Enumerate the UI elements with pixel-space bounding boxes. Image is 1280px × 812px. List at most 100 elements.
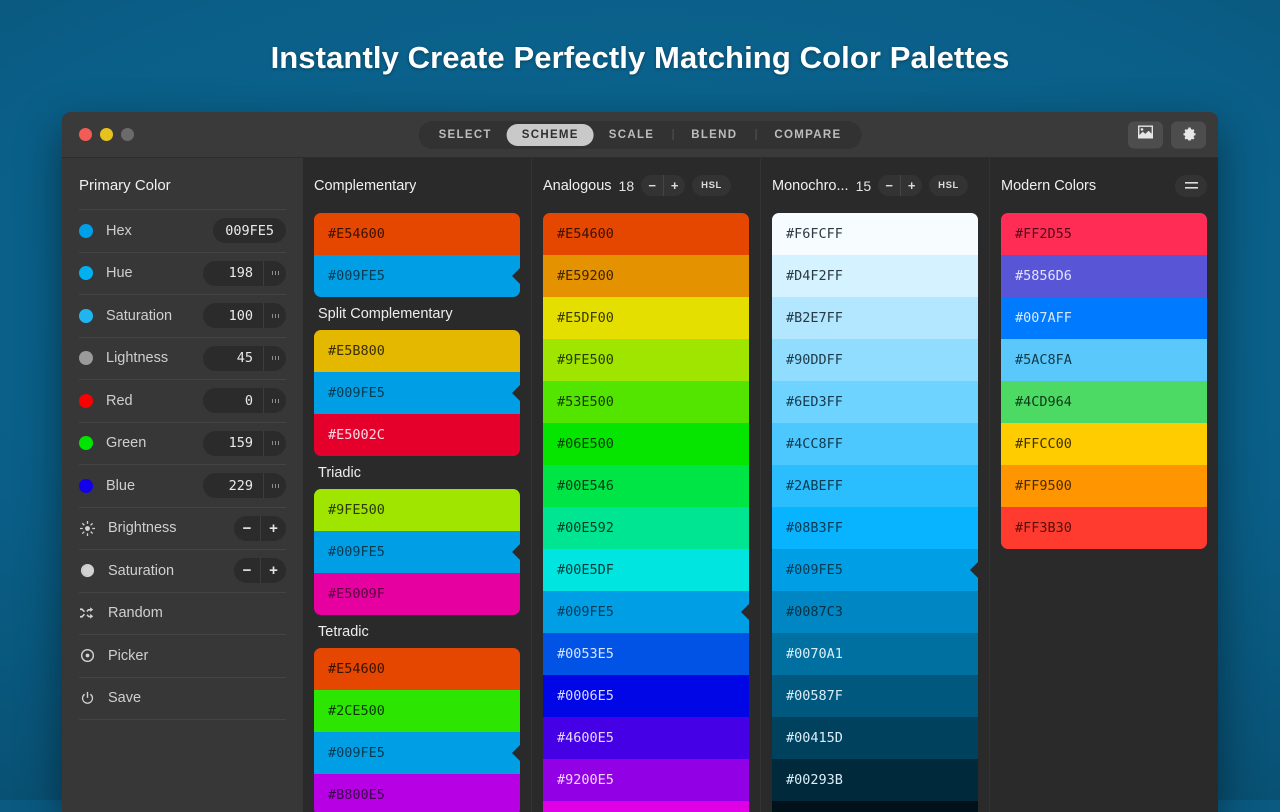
sidebar-action-picker[interactable]: Picker xyxy=(79,634,286,677)
minimize-button[interactable] xyxy=(100,128,113,141)
color-dot-icon xyxy=(79,224,93,238)
color-swatch[interactable]: #007AFF xyxy=(1001,297,1207,339)
sidebar-row-red[interactable]: Red0 xyxy=(79,379,286,422)
color-swatch[interactable]: #009FE5 xyxy=(314,732,520,774)
tab-scheme[interactable]: SCHEME xyxy=(507,124,594,146)
color-swatch[interactable]: #4CD964 xyxy=(1001,381,1207,423)
increase-button[interactable]: + xyxy=(900,175,922,196)
sidebar-action-save[interactable]: Save xyxy=(79,677,286,720)
value-input-green[interactable]: 159 xyxy=(203,431,286,456)
color-swatch[interactable]: #E54600 xyxy=(543,213,749,255)
column-menu-button[interactable] xyxy=(1175,175,1207,197)
drag-handle-icon[interactable] xyxy=(263,473,286,498)
increase-button[interactable]: + xyxy=(663,175,685,196)
tab-scale[interactable]: SCALE xyxy=(594,124,669,146)
color-swatch[interactable]: #2ABEFF xyxy=(772,465,978,507)
color-swatch[interactable]: #E59200 xyxy=(543,255,749,297)
color-swatch[interactable]: #009FE5 xyxy=(314,372,520,414)
color-swatch[interactable]: #9FE500 xyxy=(314,489,520,531)
color-swatch[interactable]: #00E592 xyxy=(543,507,749,549)
maximize-button[interactable] xyxy=(121,128,134,141)
decrease-button[interactable]: − xyxy=(234,516,260,541)
value-input-lightness[interactable]: 45 xyxy=(203,346,286,371)
value-input-red[interactable]: 0 xyxy=(203,388,286,413)
color-swatch[interactable]: #2CE500 xyxy=(314,690,520,732)
color-swatch[interactable]: #5856D6 xyxy=(1001,255,1207,297)
color-swatch[interactable]: #E54600 xyxy=(314,648,520,690)
traffic-lights xyxy=(74,128,134,141)
color-swatch[interactable]: #0070A1 xyxy=(772,633,978,675)
color-swatch[interactable]: #0006E5 xyxy=(543,675,749,717)
sidebar-row-hue[interactable]: Hue198 xyxy=(79,252,286,295)
decrease-button[interactable]: − xyxy=(878,175,900,196)
sidebar-action-saturation[interactable]: Saturation−+ xyxy=(79,549,286,592)
color-swatch[interactable]: #E5DF00 xyxy=(543,297,749,339)
drag-handle-icon[interactable] xyxy=(263,346,286,371)
color-dot-icon xyxy=(79,351,93,365)
color-swatch[interactable]: #FFCC00 xyxy=(1001,423,1207,465)
color-swatch[interactable]: #4CC8FF xyxy=(772,423,978,465)
color-swatch[interactable]: #009FE5 xyxy=(543,591,749,633)
sidebar-action-brightness[interactable]: Brightness−+ xyxy=(79,507,286,550)
color-swatch[interactable]: #4600E5 xyxy=(543,717,749,759)
color-swatch[interactable]: #06E500 xyxy=(543,423,749,465)
color-swatch[interactable]: #009FE5 xyxy=(314,255,520,297)
settings-button[interactable] xyxy=(1171,121,1206,148)
color-swatch[interactable]: #5AC8FA xyxy=(1001,339,1207,381)
color-swatch[interactable]: #E54600 xyxy=(314,213,520,255)
decrease-button[interactable]: − xyxy=(234,558,260,583)
color-swatch[interactable]: #00E546 xyxy=(543,465,749,507)
drag-handle-icon[interactable] xyxy=(263,388,286,413)
color-swatch[interactable]: #00415D xyxy=(772,717,978,759)
color-swatch[interactable]: #00E5DF xyxy=(543,549,749,591)
hsl-toggle-button[interactable]: HSL xyxy=(692,175,731,196)
color-swatch[interactable]: #E5009F xyxy=(314,573,520,615)
color-swatch[interactable]: #F6FCFF xyxy=(772,213,978,255)
sidebar-row-hex[interactable]: Hex009FE5 xyxy=(79,209,286,252)
increase-button[interactable]: + xyxy=(260,558,286,583)
sidebar-action-random[interactable]: Random xyxy=(79,592,286,635)
color-swatch[interactable]: #B2E7FF xyxy=(772,297,978,339)
color-swatch[interactable]: #00293B xyxy=(772,759,978,801)
drag-handle-icon[interactable] xyxy=(263,261,286,286)
hex-input[interactable]: 009FE5 xyxy=(213,218,286,243)
color-swatch[interactable]: #001119 xyxy=(772,801,978,812)
color-swatch[interactable]: #E5B800 xyxy=(314,330,520,372)
color-swatch[interactable]: #D4F2FF xyxy=(772,255,978,297)
tab-compare[interactable]: COMPARE xyxy=(759,124,856,146)
power-icon xyxy=(79,691,95,706)
close-button[interactable] xyxy=(79,128,92,141)
color-swatch[interactable]: #009FE5 xyxy=(314,531,520,573)
hsl-toggle-button[interactable]: HSL xyxy=(929,175,968,196)
increase-button[interactable]: + xyxy=(260,516,286,541)
color-swatch[interactable]: #009FE5 xyxy=(772,549,978,591)
value-input-hue[interactable]: 198 xyxy=(203,261,286,286)
drag-handle-icon[interactable] xyxy=(263,303,286,328)
sidebar-row-saturation-value[interactable]: Saturation100 xyxy=(79,294,286,337)
color-swatch[interactable]: #E5002C xyxy=(314,414,520,456)
tab-blend[interactable]: BLEND xyxy=(676,124,752,146)
color-swatch[interactable]: #90DDFF xyxy=(772,339,978,381)
sidebar-row-blue[interactable]: Blue229 xyxy=(79,464,286,507)
sidebar-row-lightness[interactable]: Lightness45 xyxy=(79,337,286,380)
color-swatch[interactable]: #FF9500 xyxy=(1001,465,1207,507)
color-swatch[interactable]: #0087C3 xyxy=(772,591,978,633)
color-swatch[interactable]: #9200E5 xyxy=(543,759,749,801)
value-input-blue[interactable]: 229 xyxy=(203,473,286,498)
color-swatch[interactable]: #9FE500 xyxy=(543,339,749,381)
color-swatch[interactable]: #6ED3FF xyxy=(772,381,978,423)
value-input-saturation[interactable]: 100 xyxy=(203,303,286,328)
color-swatch[interactable]: #0053E5 xyxy=(543,633,749,675)
color-swatch[interactable]: #DF00E5 xyxy=(543,801,749,812)
color-swatch[interactable]: #08B3FF xyxy=(772,507,978,549)
image-export-button[interactable] xyxy=(1128,121,1163,148)
color-swatch[interactable]: #FF3B30 xyxy=(1001,507,1207,549)
color-swatch[interactable]: #00587F xyxy=(772,675,978,717)
sidebar-row-green[interactable]: Green159 xyxy=(79,422,286,465)
drag-handle-icon[interactable] xyxy=(263,431,286,456)
color-swatch[interactable]: #B800E5 xyxy=(314,774,520,812)
tab-select[interactable]: SELECT xyxy=(424,124,507,146)
color-swatch[interactable]: #FF2D55 xyxy=(1001,213,1207,255)
decrease-button[interactable]: − xyxy=(641,175,663,196)
color-swatch[interactable]: #53E500 xyxy=(543,381,749,423)
